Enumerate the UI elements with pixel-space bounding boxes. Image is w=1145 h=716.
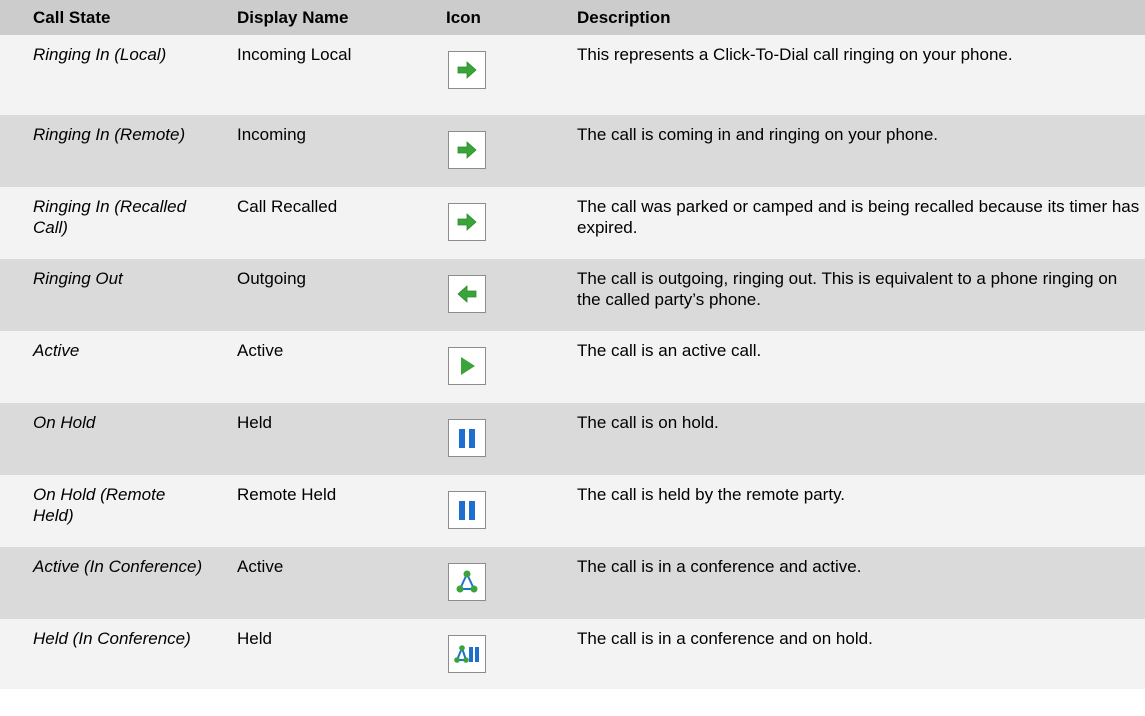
pause-icon	[448, 491, 486, 529]
description-cell: The call is on hold.	[549, 403, 1145, 475]
description-cell: This represents a Click-To-Dial call rin…	[549, 35, 1145, 115]
description-cell: The call was parked or camped and is bei…	[549, 187, 1145, 259]
table-row: On Hold Held The call is on hold.	[0, 403, 1145, 475]
table-row: Ringing In (Recalled Call) Call Recalled…	[0, 187, 1145, 259]
display-name-cell: Incoming	[220, 115, 418, 187]
display-name-cell: Call Recalled	[220, 187, 418, 259]
icon-cell	[418, 403, 549, 475]
description-cell: The call is in a conference and active.	[549, 547, 1145, 619]
description-cell: The call is coming in and ringing on you…	[549, 115, 1145, 187]
display-name-cell: Remote Held	[220, 475, 418, 547]
arrow-right-icon	[448, 203, 486, 241]
table-row: Ringing In (Remote) Incoming The call is…	[0, 115, 1145, 187]
arrow-right-icon	[448, 131, 486, 169]
call-state-cell: Active (In Conference)	[0, 547, 220, 619]
call-state-cell: Ringing In (Recalled Call)	[0, 187, 220, 259]
pause-icon	[448, 419, 486, 457]
description-cell: The call is in a conference and on hold.	[549, 619, 1145, 689]
header-description: Description	[549, 0, 1145, 35]
icon-cell	[418, 259, 549, 331]
play-icon	[448, 347, 486, 385]
display-name-cell: Active	[220, 547, 418, 619]
header-call-state: Call State	[0, 0, 220, 35]
call-state-cell: Ringing Out	[0, 259, 220, 331]
description-cell: The call is outgoing, ringing out. This …	[549, 259, 1145, 331]
table-row: Ringing In (Local) Incoming Local This r…	[0, 35, 1145, 115]
call-state-cell: On Hold (Remote Held)	[0, 475, 220, 547]
display-name-cell: Held	[220, 619, 418, 689]
table-row: Active Active The call is an active call…	[0, 331, 1145, 403]
table-row: On Hold (Remote Held) Remote Held The ca…	[0, 475, 1145, 547]
icon-cell	[418, 331, 549, 403]
table-row: Held (In Conference) Held The call is in…	[0, 619, 1145, 689]
icon-cell	[418, 547, 549, 619]
icon-cell	[418, 619, 549, 689]
conference-hold-icon	[448, 635, 486, 673]
arrow-right-icon	[448, 51, 486, 89]
header-icon: Icon	[418, 0, 549, 35]
call-state-cell: Ringing In (Local)	[0, 35, 220, 115]
icon-cell	[418, 475, 549, 547]
header-display-name: Display Name	[220, 0, 418, 35]
display-name-cell: Held	[220, 403, 418, 475]
table-header-row: Call State Display Name Icon Description	[0, 0, 1145, 35]
call-state-cell: On Hold	[0, 403, 220, 475]
call-state-cell: Ringing In (Remote)	[0, 115, 220, 187]
display-name-cell: Outgoing	[220, 259, 418, 331]
icon-cell	[418, 35, 549, 115]
call-states-table: Call State Display Name Icon Description…	[0, 0, 1145, 689]
description-cell: The call is held by the remote party.	[549, 475, 1145, 547]
table-row: Ringing Out Outgoing The call is outgoin…	[0, 259, 1145, 331]
display-name-cell: Active	[220, 331, 418, 403]
table-row: Active (In Conference) Active The call i…	[0, 547, 1145, 619]
description-cell: The call is an active call.	[549, 331, 1145, 403]
conference-icon	[448, 563, 486, 601]
call-state-cell: Held (In Conference)	[0, 619, 220, 689]
icon-cell	[418, 115, 549, 187]
call-state-cell: Active	[0, 331, 220, 403]
icon-cell	[418, 187, 549, 259]
arrow-left-icon	[448, 275, 486, 313]
display-name-cell: Incoming Local	[220, 35, 418, 115]
